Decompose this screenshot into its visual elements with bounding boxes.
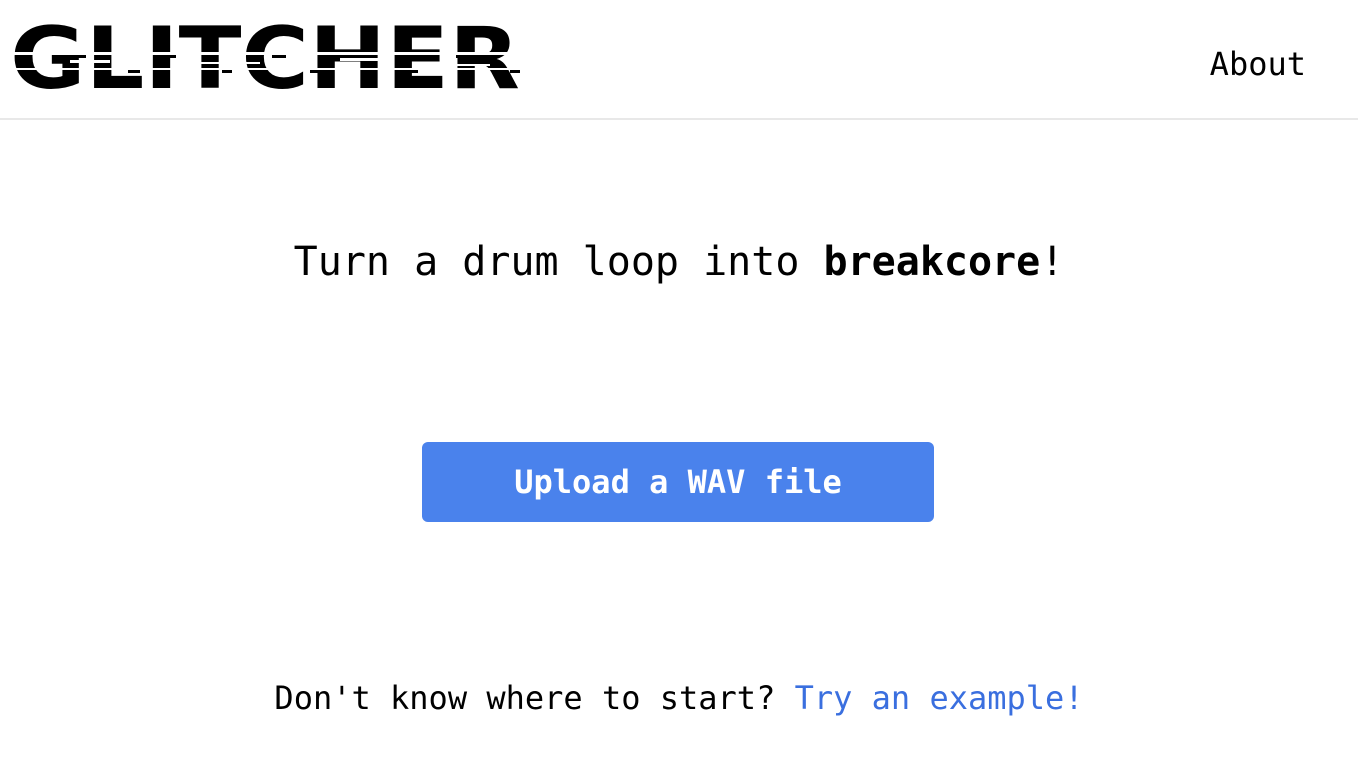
example-prompt-line: Don't know where to start? Try an exampl… bbox=[0, 678, 1358, 718]
tagline: Turn a drum loop into breakcore! bbox=[0, 238, 1358, 286]
glitcher-logo-graphic: GLITCHER bbox=[10, 22, 524, 94]
upload-wav-button[interactable]: Upload a WAV file bbox=[422, 442, 934, 522]
tagline-emphasis: breakcore bbox=[823, 239, 1041, 285]
glitcher-logo[interactable]: GLITCHER bbox=[10, 22, 524, 94]
nav-about-link[interactable]: About bbox=[1210, 44, 1306, 84]
svg-text:GLITCHER: GLITCHER bbox=[10, 22, 520, 94]
site-header: GLITCHER About bbox=[0, 0, 1358, 120]
example-prompt-text: Don't know where to start? bbox=[274, 679, 795, 717]
tagline-suffix: ! bbox=[1040, 239, 1065, 285]
tagline-prefix: Turn a drum loop into bbox=[293, 239, 824, 285]
try-example-link[interactable]: Try an example! bbox=[795, 679, 1084, 717]
